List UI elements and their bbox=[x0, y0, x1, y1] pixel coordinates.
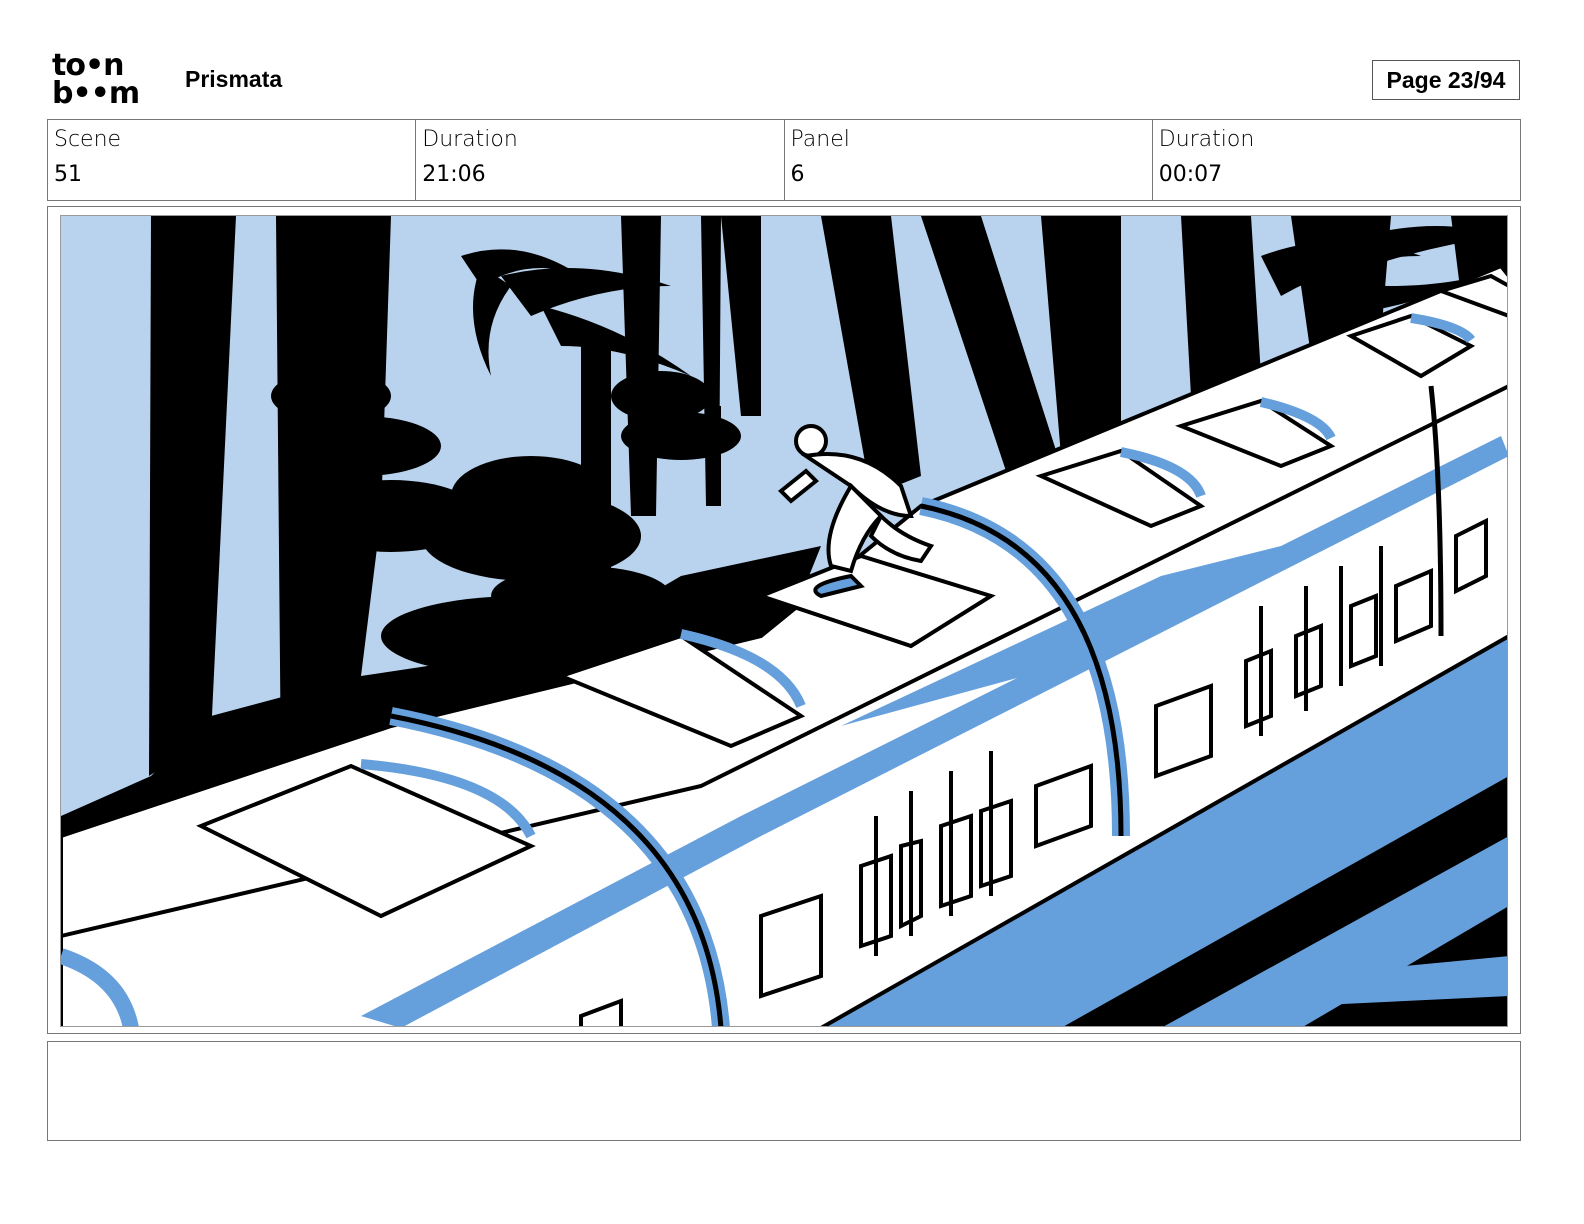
train-scene-illustration bbox=[61, 216, 1507, 1026]
project-title: Prismata bbox=[185, 66, 283, 92]
logo-line-bottom: b••m bbox=[52, 76, 140, 111]
logo-wordmark: to•n b••m bbox=[52, 51, 140, 111]
panel-duration-cell: Duration 00:07 bbox=[1153, 120, 1520, 200]
page-counter: Page 23/94 bbox=[1372, 60, 1520, 100]
storyboard-panel-image bbox=[60, 215, 1508, 1027]
panel-notes-box[interactable] bbox=[47, 1041, 1521, 1141]
scene-duration-label: Duration bbox=[422, 127, 518, 152]
scene-duration-cell: Duration 21:06 bbox=[416, 120, 785, 200]
scene-info-table: Scene 51 Duration 21:06 Panel 6 Duration… bbox=[47, 119, 1521, 201]
panel-duration-label: Duration bbox=[1158, 127, 1255, 152]
panel-duration-value: 00:07 bbox=[1158, 162, 1223, 187]
panel-value: 6 bbox=[790, 162, 805, 187]
scene-value: 51 bbox=[54, 162, 82, 187]
scene-duration-value: 21:06 bbox=[422, 162, 486, 187]
toonboom-logo: to•n b••m bbox=[52, 51, 164, 112]
panel-cell: Panel 6 bbox=[785, 120, 1153, 200]
scene-cell: Scene 51 bbox=[48, 120, 417, 200]
scene-label: Scene bbox=[54, 127, 122, 152]
panel-label: Panel bbox=[790, 127, 850, 152]
storyboard-panel-frame bbox=[47, 206, 1521, 1034]
